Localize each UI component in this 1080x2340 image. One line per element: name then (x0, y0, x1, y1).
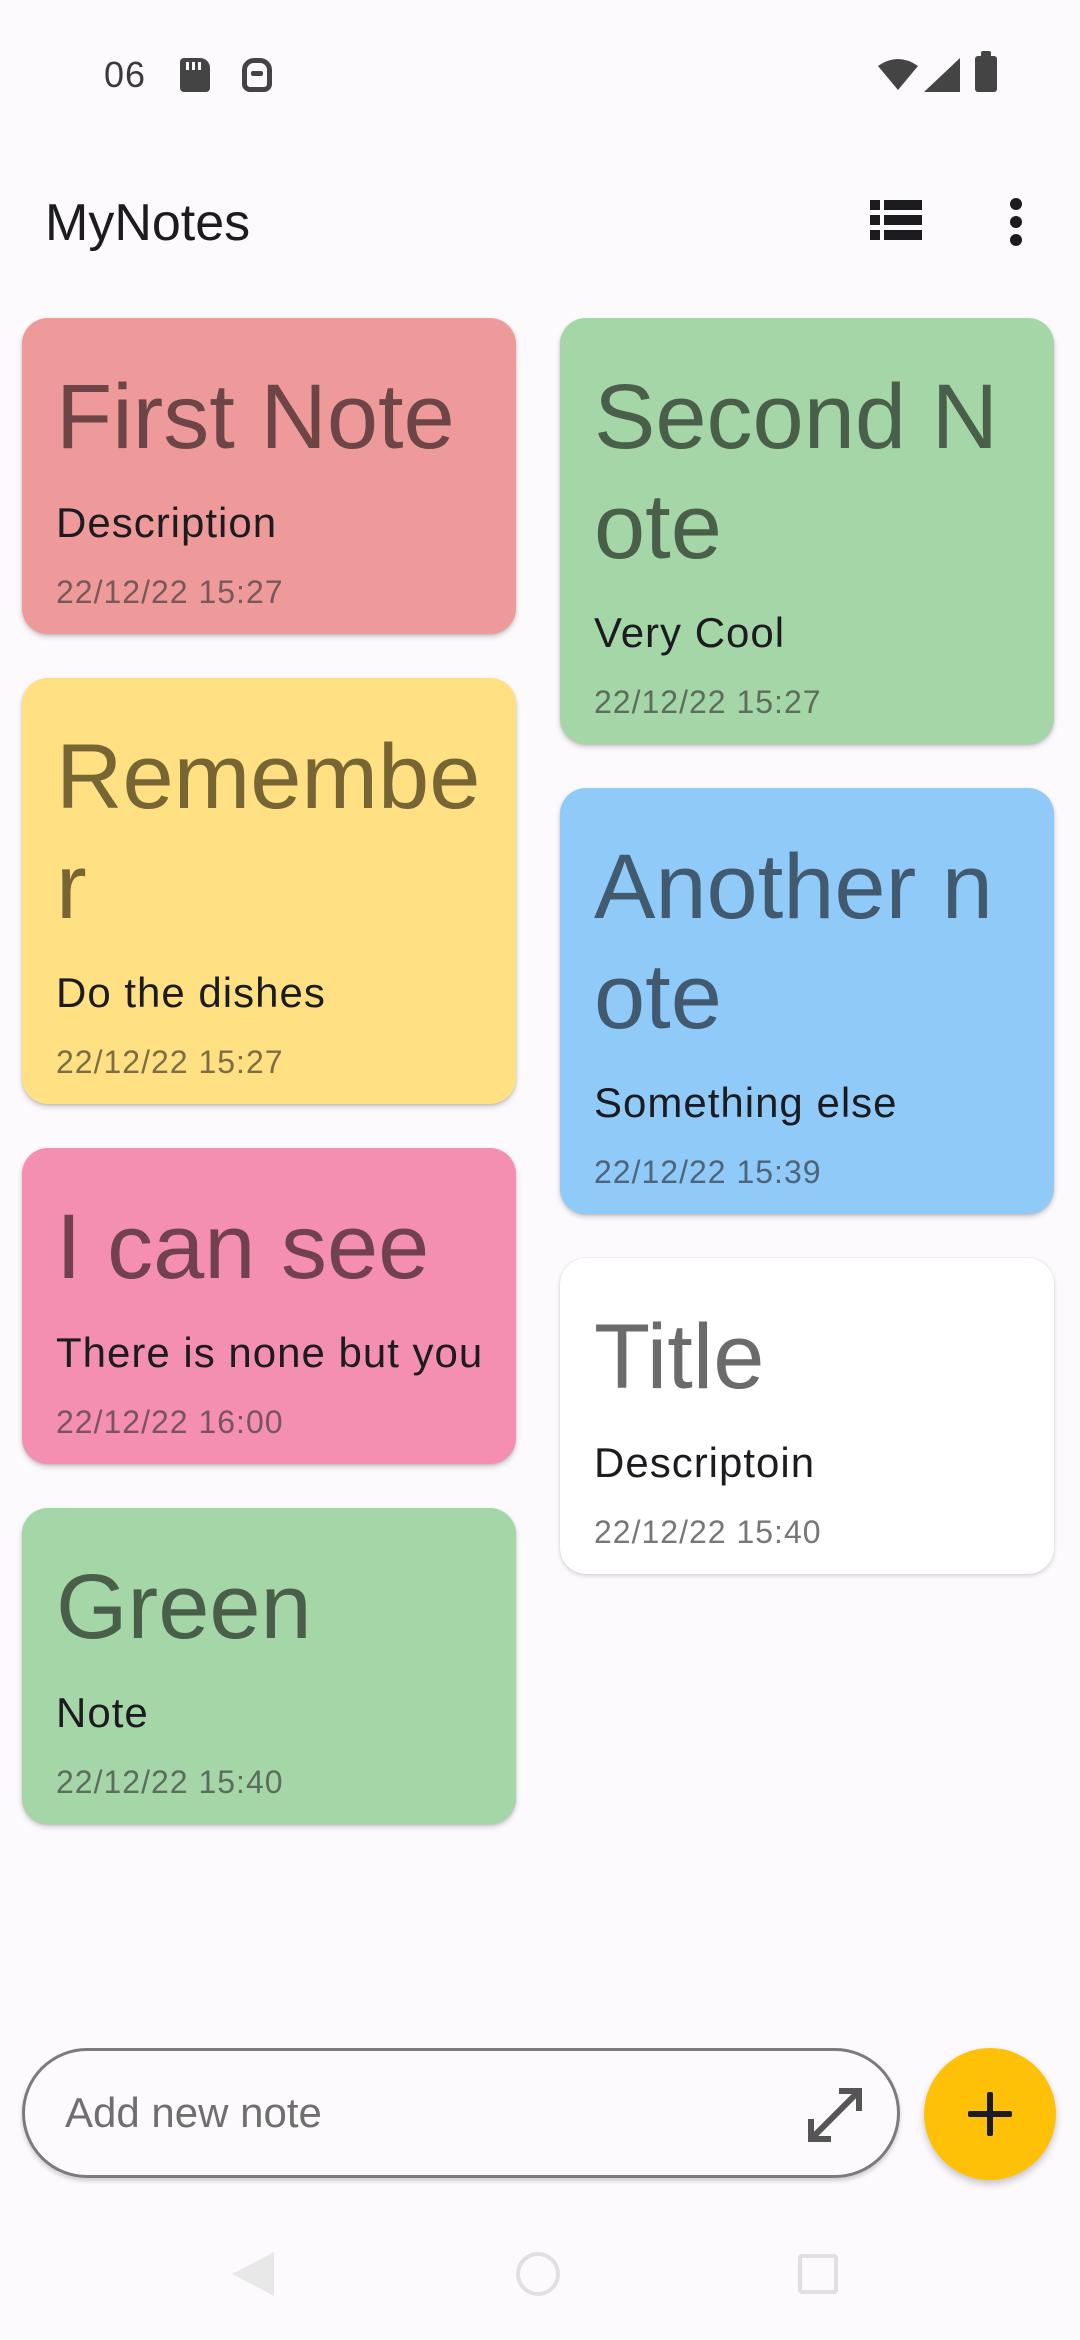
note-card[interactable]: I can see There is none but you 22/12/22… (22, 1148, 516, 1464)
note-date: 22/12/22 15:27 (56, 574, 284, 610)
add-note-button[interactable] (924, 2048, 1056, 2180)
note-title: First Note (56, 366, 455, 468)
note-date: 22/12/22 15:27 (594, 684, 822, 720)
battery-icon (975, 51, 997, 92)
notes-column-left: First Note Description 22/12/22 15:27 Re… (22, 318, 516, 1868)
note-title: Remember (56, 726, 481, 938)
note-card[interactable]: Title Descriptoin 22/12/22 15:40 (560, 1258, 1054, 1574)
signal-icon (924, 58, 960, 92)
wifi-icon (878, 59, 918, 90)
note-description: Very Cool (594, 609, 786, 656)
note-date: 22/12/22 15:40 (56, 1764, 284, 1800)
expand-icon[interactable] (805, 2085, 865, 2145)
note-date: 22/12/22 15:27 (56, 1044, 284, 1080)
notes-column-right: Second Note Very Cool 22/12/22 15:27 Ano… (560, 318, 1054, 1618)
note-description: Something else (594, 1079, 898, 1126)
home-icon[interactable] (516, 2252, 560, 2296)
note-date: 22/12/22 16:00 (56, 1404, 284, 1440)
note-card[interactable]: Another note Something else 22/12/22 15:… (560, 788, 1054, 1214)
note-description: There is none but you (56, 1329, 484, 1376)
note-title: Another note (594, 836, 993, 1048)
note-title: I can see (56, 1196, 430, 1298)
note-title: Second Note (594, 366, 999, 578)
robot-icon (242, 58, 272, 92)
recents-icon[interactable] (798, 2254, 838, 2294)
add-note-field[interactable] (22, 2048, 900, 2178)
status-time: 06 (104, 54, 147, 95)
status-bar: 06 (0, 0, 1080, 150)
list-view-icon[interactable] (868, 196, 924, 244)
note-card[interactable]: First Note Description 22/12/22 15:27 (22, 318, 516, 634)
note-title: Green (56, 1556, 312, 1658)
note-title: Title (594, 1306, 765, 1408)
sd-card-icon (180, 58, 210, 92)
add-note-input[interactable] (65, 2081, 765, 2145)
note-card[interactable]: Second Note Very Cool 22/12/22 15:27 (560, 318, 1054, 744)
note-description: Note (56, 1689, 149, 1736)
more-vert-icon[interactable] (1000, 194, 1032, 250)
note-description: Descriptoin (594, 1439, 816, 1486)
note-card[interactable]: Remember Do the dishes 22/12/22 15:27 (22, 678, 516, 1104)
note-description: Do the dishes (56, 969, 326, 1016)
note-date: 22/12/22 15:40 (594, 1514, 822, 1550)
note-card[interactable]: Green Note 22/12/22 15:40 (22, 1508, 516, 1824)
note-description: Description (56, 499, 278, 546)
app-title: MyNotes (45, 194, 251, 252)
back-icon[interactable] (232, 2252, 274, 2296)
note-date: 22/12/22 15:39 (594, 1154, 822, 1190)
